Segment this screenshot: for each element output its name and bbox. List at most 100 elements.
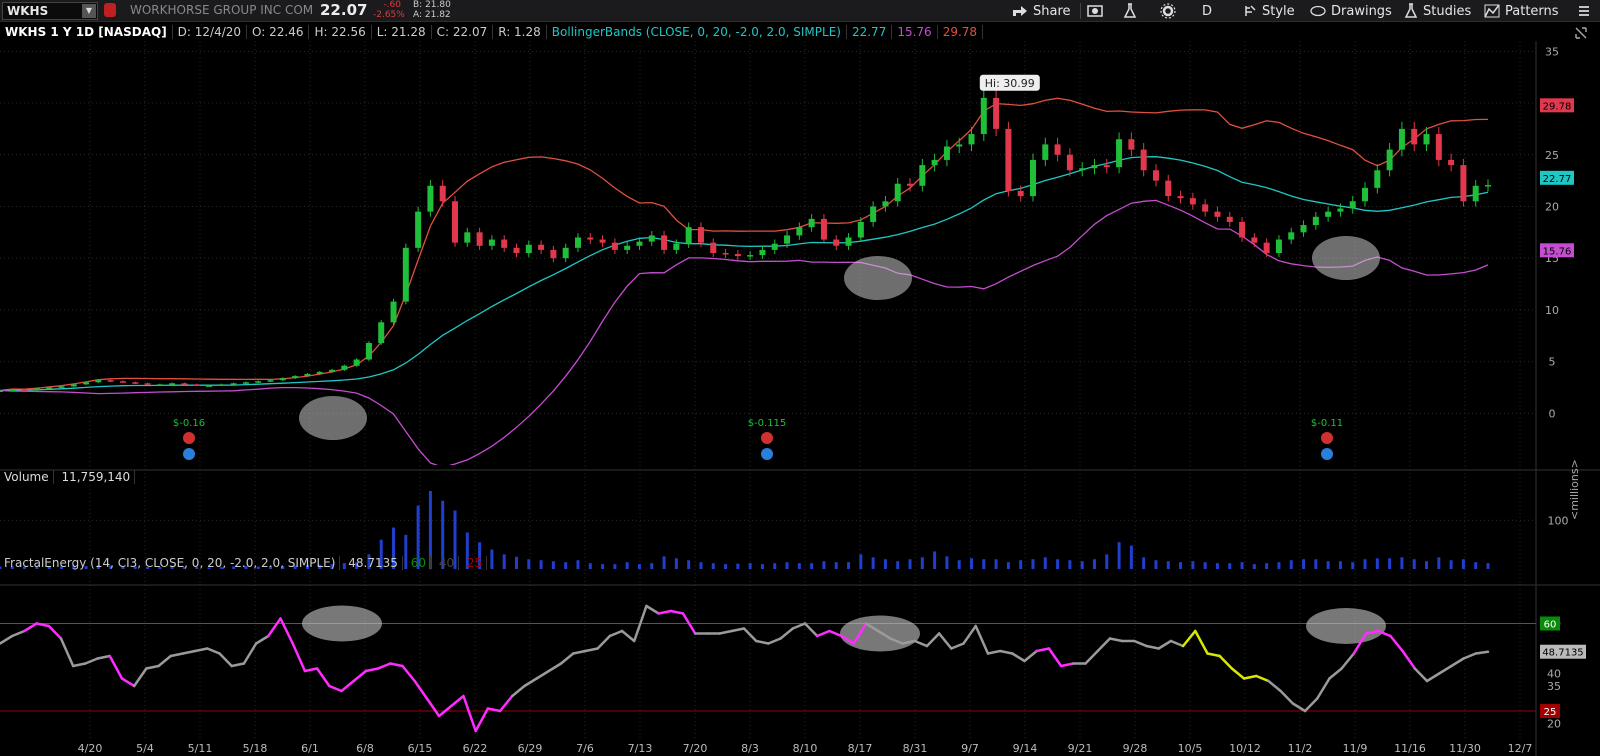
candle-body (1448, 159, 1455, 166)
fe-line-segment (71, 662, 87, 668)
candle-body (513, 247, 520, 253)
fe-line-segment (1194, 629, 1209, 655)
volume-bar (1203, 562, 1207, 569)
x-tick-label: 5/11 (188, 742, 213, 755)
candle-body (1263, 242, 1270, 253)
volume-bar (711, 563, 715, 569)
period-button[interactable]: D (1202, 2, 1212, 20)
candle-body (1103, 165, 1110, 168)
fe-line-segment (998, 649, 1014, 655)
menu-button[interactable] (1578, 2, 1590, 20)
price-tick-label: 25 (1545, 149, 1559, 162)
volume-value: 11,759,140 (57, 470, 136, 484)
price-tick-label: 35 (1545, 45, 1559, 58)
volume-bar (588, 563, 592, 569)
volume-bar (1031, 559, 1035, 569)
candle-body (1386, 149, 1393, 171)
drawings-label: Drawings (1331, 3, 1392, 19)
snapshot-button[interactable] (1087, 2, 1103, 20)
fe-line-segment (1328, 667, 1343, 680)
candle-body (1312, 216, 1319, 226)
fe-study-bar: FractalEnergy (14, CI3, CLOSE, 0, 20, -2… (0, 556, 488, 570)
snapshot-icon (1087, 5, 1103, 17)
highlight-ellipse (299, 396, 367, 440)
candle-body (0, 390, 3, 393)
volume-bar (1412, 559, 1416, 569)
fe-line-segment (1084, 649, 1099, 665)
x-tick-label: 10/5 (1178, 742, 1203, 755)
share-button[interactable]: Share (1012, 2, 1071, 20)
fe-line-segment (1242, 674, 1258, 680)
style-icon (1245, 5, 1256, 16)
volume-bar (625, 562, 629, 569)
fe-line-segment (815, 629, 831, 638)
candle-body (1189, 198, 1196, 205)
fe-line-segment (462, 694, 477, 733)
volume-bar (1117, 542, 1121, 569)
price-tick-label: 10 (1545, 304, 1559, 317)
volume-bar (1142, 557, 1146, 569)
volume-bar (883, 559, 887, 569)
symbol-input[interactable]: WKHS ▼ (2, 2, 98, 20)
fe-tick-label: 20 (1547, 718, 1561, 731)
fe-line-segment (474, 707, 490, 733)
fe-line-segment (547, 662, 563, 673)
fe-line-segment (986, 649, 1002, 655)
chart-canvas[interactable]: 4/20 5/4 5/11 5/18 6/1 6/8 6/15 6/22 6/29 7/6 7/13… (0, 41, 1600, 756)
fe-line-segment (535, 669, 551, 680)
price-tick-label: 0 (1549, 407, 1556, 420)
volume-bar (650, 563, 654, 569)
patterns-icon (1484, 4, 1500, 18)
volume-bar (551, 561, 555, 569)
fe-study-name[interactable]: FractalEnergy (14, CI3, CLOSE, 0, 20, -2… (0, 556, 341, 570)
ohlc-open: O: 22.46 (247, 25, 310, 39)
candle-body (1374, 170, 1381, 188)
fe-line-segment (754, 639, 770, 645)
fe-line-segment (230, 662, 246, 668)
collapse-button[interactable] (1574, 24, 1588, 42)
earnings-icon (183, 432, 195, 444)
pct-change-value: -2.65% (373, 10, 405, 20)
volume-bar (539, 560, 543, 569)
candle-body (1337, 208, 1344, 212)
alert-bell-icon[interactable] (104, 3, 116, 17)
candle-body (648, 235, 655, 242)
patterns-label: Patterns (1505, 3, 1559, 19)
candle-body (292, 376, 299, 379)
studies-button[interactable]: Studies (1404, 2, 1471, 20)
patterns-button[interactable]: Patterns (1484, 2, 1559, 20)
fe-line-segment (1425, 672, 1441, 683)
candle-body (611, 242, 618, 250)
fe-line-segment (1413, 667, 1429, 683)
candle-body (1177, 196, 1184, 199)
volume-bar (1215, 563, 1219, 569)
flask-button[interactable] (1123, 2, 1137, 20)
candle-body (784, 235, 791, 244)
candle-body (550, 249, 557, 259)
candle-body (242, 382, 249, 384)
fe-line-segment (450, 694, 465, 708)
x-tick-label: 9/28 (1123, 742, 1148, 755)
x-tick-label: 6/22 (463, 742, 488, 755)
x-tick-label: 6/15 (408, 742, 433, 755)
candle-body (1029, 159, 1036, 197)
fe-line-segment (1255, 674, 1270, 683)
share-label: Share (1033, 3, 1071, 19)
style-label: Style (1262, 3, 1295, 19)
candle-body (1005, 128, 1012, 191)
bb-study-name[interactable]: BollingerBands (CLOSE, 0, 20, -2.0, 2.0,… (547, 25, 847, 39)
candle-body (1091, 165, 1098, 169)
toolbar-divider (1080, 3, 1081, 19)
candle-body (402, 247, 409, 302)
symbol-dropdown-icon[interactable]: ▼ (82, 4, 96, 18)
candle-body (1066, 154, 1073, 171)
drawings-button[interactable]: Drawings (1310, 2, 1392, 20)
candle-body (845, 237, 852, 246)
volume-bar (1338, 561, 1342, 569)
fe-lower-level: 25 (463, 556, 488, 570)
fe-line-segment (1450, 657, 1465, 668)
style-button[interactable]: Style (1243, 2, 1295, 20)
x-tick-label: 7/13 (628, 742, 653, 755)
settings-button[interactable] (1160, 2, 1176, 20)
fe-line-segment (1462, 652, 1478, 660)
